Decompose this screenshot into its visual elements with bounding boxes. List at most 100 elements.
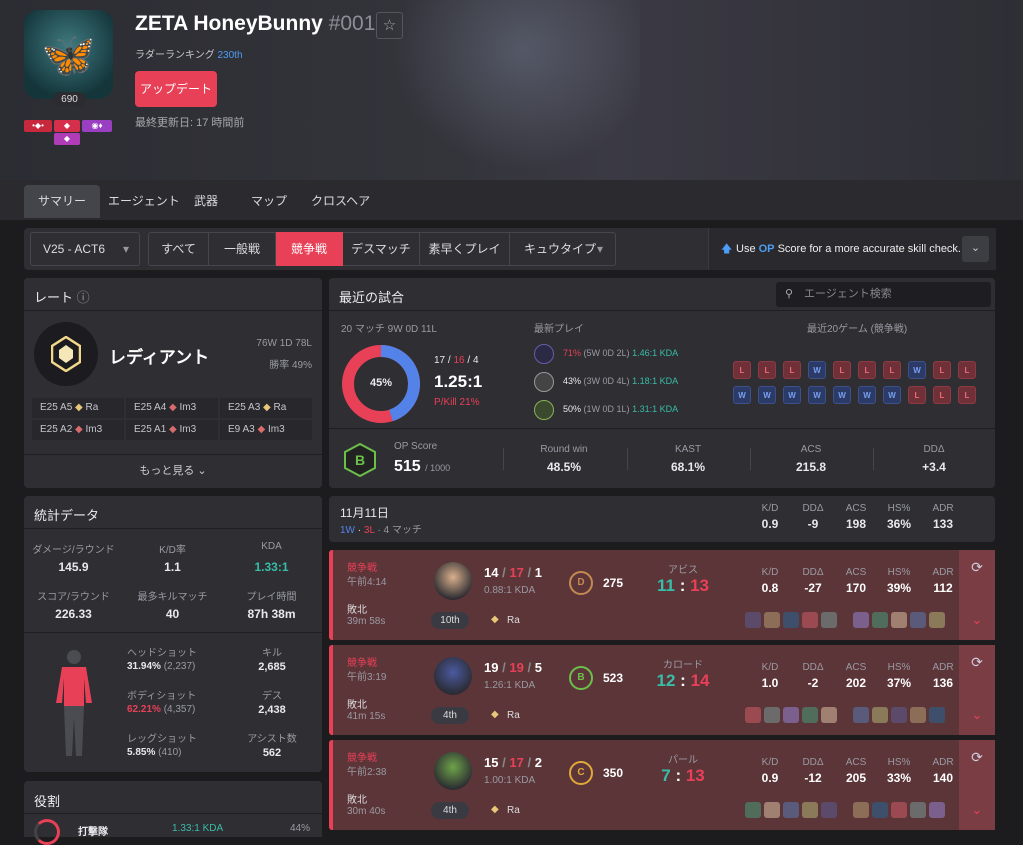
chevron-down-icon[interactable]: ⌄ bbox=[968, 612, 986, 630]
player-agent-icon[interactable] bbox=[802, 707, 818, 723]
team-portraits bbox=[745, 802, 955, 820]
player-agent-icon[interactable] bbox=[745, 707, 761, 723]
player-name: ZETA HoneyBunny #001 bbox=[135, 12, 376, 35]
mode-competitive[interactable]: 競争戦 bbox=[276, 232, 343, 266]
player-agent-icon[interactable] bbox=[891, 707, 907, 723]
player-agent-icon[interactable] bbox=[929, 707, 945, 723]
match-stat-value: 33% bbox=[886, 771, 912, 785]
match-kda: 15 / 17 / 2 bbox=[484, 755, 542, 770]
recent-card: 最近の試合 ⚲ エージェント検索 20 マッチ 9W 0D 11L 45% 17 … bbox=[329, 278, 995, 488]
player-agent-icon[interactable] bbox=[853, 612, 869, 628]
match-row[interactable]: 競争戦 午前3:19 敗北 41m 15s 4th 19 / 19 / 5 1.26:1 K… bbox=[329, 645, 995, 735]
match-row[interactable]: 競争戦 午前2:38 敗北 30m 40s 4th 15 / 17 / 2 1.00:1 K… bbox=[329, 740, 995, 830]
update-button[interactable]: アップデート bbox=[135, 71, 217, 107]
match-stat-label: HS% bbox=[887, 757, 911, 768]
rank-winrate: 勝率 49% bbox=[269, 360, 312, 371]
player-agent-icon[interactable] bbox=[764, 612, 780, 628]
agent-portrait-icon bbox=[534, 372, 554, 392]
add-tag-icon[interactable]: ⟳ bbox=[968, 749, 986, 767]
match-stat-label: K/D bbox=[761, 662, 779, 673]
stat-label: 最多キルマッチ bbox=[137, 592, 208, 603]
match-side-panel: ⟳ ⌄ bbox=[959, 550, 995, 640]
season-select[interactable]: V25 - ACT6 ▾ bbox=[30, 232, 140, 266]
rank-small-icon: ◆ bbox=[491, 709, 499, 720]
player-agent-icon[interactable] bbox=[910, 612, 926, 628]
tab-maps[interactable]: マップ bbox=[237, 185, 301, 218]
player-agent-icon[interactable] bbox=[783, 802, 799, 818]
match-stat-value: 0.9 bbox=[761, 771, 779, 785]
player-agent-icon[interactable] bbox=[821, 707, 837, 723]
match-kda: 14 / 17 / 1 bbox=[484, 565, 542, 580]
tab-agents[interactable]: エージェント bbox=[94, 185, 194, 218]
stats-title: 統計データ bbox=[34, 508, 100, 523]
tab-crosshair[interactable]: クロスヘア bbox=[297, 185, 384, 218]
op-note-dropdown-button[interactable]: ⌄ bbox=[962, 236, 989, 262]
match-mode: 競争戦 bbox=[347, 563, 377, 574]
show-more-button[interactable]: もっと見る ⌄ bbox=[24, 462, 322, 478]
player-agent-icon[interactable] bbox=[783, 612, 799, 628]
rank-small-icon: ◆ bbox=[491, 804, 499, 815]
player-agent-icon[interactable] bbox=[910, 802, 926, 818]
player-agent-icon[interactable] bbox=[853, 802, 869, 818]
game-result-l: L bbox=[758, 361, 776, 379]
tab-weapons[interactable]: 武器 bbox=[180, 185, 232, 218]
match-map: アビス bbox=[668, 565, 698, 576]
player-agent-icon[interactable] bbox=[783, 707, 799, 723]
player-agent-icon[interactable] bbox=[802, 612, 818, 628]
add-tag-icon[interactable]: ⟳ bbox=[968, 559, 986, 577]
rank-emblem-icon bbox=[34, 322, 98, 386]
player-agent-icon[interactable] bbox=[802, 802, 818, 818]
butterfly-icon: 🦋 bbox=[41, 30, 96, 80]
mode-all[interactable]: すべて bbox=[148, 232, 209, 266]
tab-summary[interactable]: サマリー bbox=[24, 185, 101, 218]
player-agent-icon[interactable] bbox=[764, 802, 780, 818]
player-agent-icon[interactable] bbox=[745, 612, 761, 628]
mode-swiftplay[interactable]: 素早くプレイ bbox=[420, 232, 510, 266]
match-op-score: 350 bbox=[603, 766, 624, 780]
player-agent-icon[interactable] bbox=[891, 612, 907, 628]
match-stat-value: 1.0 bbox=[761, 676, 779, 690]
match-stat-label: ADR bbox=[932, 567, 954, 578]
player-agent-icon[interactable] bbox=[891, 802, 907, 818]
op-grade-icon: C bbox=[569, 761, 593, 785]
last-updated: 最終更新日: 17 時間前 bbox=[135, 117, 245, 129]
match-kda-ratio: 0.88:1 KDA bbox=[484, 585, 536, 596]
day-stat-value: 0.9 bbox=[761, 517, 779, 531]
player-agent-icon[interactable] bbox=[821, 612, 837, 628]
player-agent-icon[interactable] bbox=[764, 707, 780, 723]
role-icon bbox=[34, 819, 60, 845]
player-agent-icon[interactable] bbox=[929, 612, 945, 628]
chevron-down-icon[interactable]: ⌄ bbox=[968, 802, 986, 820]
match-kda-ratio: 1.00:1 KDA bbox=[484, 775, 536, 786]
recent-summary: 20 マッチ 9W 0D 11L bbox=[341, 324, 437, 335]
chevron-down-icon[interactable]: ⌄ bbox=[968, 707, 986, 725]
match-stat-label: ADR bbox=[932, 757, 954, 768]
player-agent-icon[interactable] bbox=[872, 612, 888, 628]
agent-search-input[interactable]: ⚲ エージェント検索 bbox=[776, 282, 991, 307]
add-tag-icon[interactable]: ⟳ bbox=[968, 654, 986, 672]
player-agent-icon[interactable] bbox=[821, 802, 837, 818]
day-stat-label: DDΔ bbox=[802, 503, 824, 514]
player-agent-icon[interactable] bbox=[872, 707, 888, 723]
day-stat-value: 198 bbox=[845, 517, 867, 531]
game-result-l: L bbox=[933, 361, 951, 379]
match-rank: Ra bbox=[507, 805, 520, 816]
day-stat-label: K/D bbox=[761, 503, 779, 514]
favorite-star-icon[interactable]: ☆ bbox=[376, 12, 403, 39]
help-icon[interactable]: ⓘ bbox=[77, 290, 90, 305]
match-stat-value: 205 bbox=[845, 771, 867, 785]
mode-queue-type[interactable]: キュウタイプ ▾ bbox=[510, 232, 616, 266]
player-agent-icon[interactable] bbox=[745, 802, 761, 818]
role-card: 役割 打撃隊 1.33:1 KDA 44% bbox=[24, 781, 322, 845]
agent-portrait-icon bbox=[534, 400, 554, 420]
player-agent-icon[interactable] bbox=[910, 707, 926, 723]
metric-value: 68.1% bbox=[670, 460, 706, 474]
player-agent-icon[interactable] bbox=[929, 802, 945, 818]
metric-label: DDΔ bbox=[923, 444, 945, 455]
player-agent-icon[interactable] bbox=[853, 707, 869, 723]
player-agent-icon[interactable] bbox=[872, 802, 888, 818]
mode-unrated[interactable]: 一般戦 bbox=[209, 232, 276, 266]
past-rank-item: E25 A1 ◆ Im3 bbox=[126, 420, 218, 440]
match-row[interactable]: 競争戦 午前4:14 敗北 39m 58s 10th 14 / 17 / 1 0.88:1 … bbox=[329, 550, 995, 640]
mode-deathmatch[interactable]: デスマッチ bbox=[343, 232, 420, 266]
